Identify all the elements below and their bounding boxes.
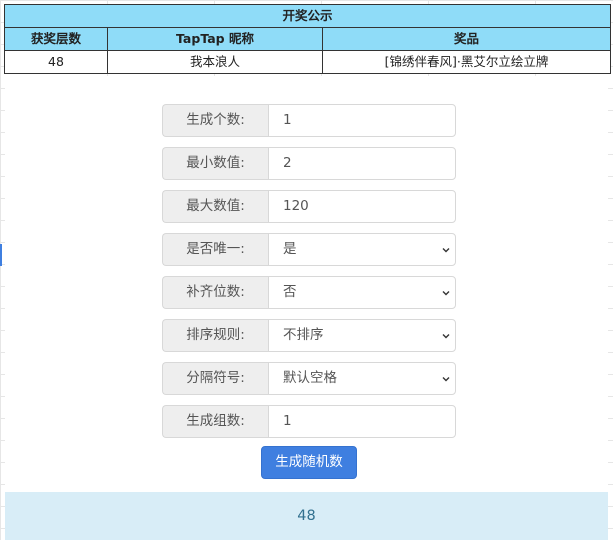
generate-button[interactable]: 生成随机数 xyxy=(261,446,357,479)
generator-panel: 生成个数: 1 最小数值: 2 最大数值: 120 是否唯一: 是 补齐位数: … xyxy=(5,76,608,540)
row-marker xyxy=(0,244,2,266)
announcement-title: 开奖公示 xyxy=(3,4,612,28)
field-count-label: 生成个数: xyxy=(162,104,268,137)
button-row: 生成随机数 xyxy=(162,446,456,479)
field-padding: 补齐位数: 否 xyxy=(162,276,456,309)
field-min: 最小数值: 2 xyxy=(162,147,456,180)
field-groups-label: 生成组数: xyxy=(162,405,268,438)
min-value-input[interactable]: 2 xyxy=(268,147,456,180)
padding-select[interactable]: 否 xyxy=(268,276,456,309)
chevron-down-icon xyxy=(441,234,451,265)
announcement-table: 开奖公示 获奖层数 TapTap 昵称 奖品 48 我本浪人 [锦绣伴春风]·黑… xyxy=(3,4,612,74)
generator-form: 生成个数: 1 最小数值: 2 最大数值: 120 是否唯一: 是 补齐位数: … xyxy=(162,104,456,479)
cell-nickname: 我本浪人 xyxy=(107,50,323,74)
field-count: 生成个数: 1 xyxy=(162,104,456,137)
sort-select-value: 不排序 xyxy=(283,327,324,343)
result-display: 48 xyxy=(5,492,608,540)
field-max-label: 最大数值: xyxy=(162,190,268,223)
chevron-down-icon xyxy=(441,277,451,308)
cell-prize: [锦绣伴春风]·黑艾尔立绘立牌 xyxy=(321,50,612,74)
field-max: 最大数值: 120 xyxy=(162,190,456,223)
chevron-down-icon xyxy=(441,320,451,351)
sort-select[interactable]: 不排序 xyxy=(268,319,456,352)
field-sort-label: 排序规则: xyxy=(162,319,268,352)
cell-floor: 48 xyxy=(4,50,108,74)
unique-select[interactable]: 是 xyxy=(268,233,456,266)
announcement-header-row: 获奖层数 TapTap 昵称 奖品 xyxy=(4,27,612,51)
field-groups: 生成组数: 1 xyxy=(162,405,456,438)
field-separator-label: 分隔符号: xyxy=(162,362,268,395)
table-row: 48 我本浪人 [锦绣伴春风]·黑艾尔立绘立牌 xyxy=(4,50,612,74)
field-unique: 是否唯一: 是 xyxy=(162,233,456,266)
header-nickname: TapTap 昵称 xyxy=(107,27,323,51)
field-padding-label: 补齐位数: xyxy=(162,276,268,309)
padding-select-value: 否 xyxy=(283,284,297,300)
header-floor: 获奖层数 xyxy=(4,27,108,51)
separator-select-value: 默认空格 xyxy=(283,370,337,386)
max-value-input[interactable]: 120 xyxy=(268,190,456,223)
field-unique-label: 是否唯一: xyxy=(162,233,268,266)
count-input[interactable]: 1 xyxy=(268,104,456,137)
field-separator: 分隔符号: 默认空格 xyxy=(162,362,456,395)
field-sort: 排序规则: 不排序 xyxy=(162,319,456,352)
groups-input[interactable]: 1 xyxy=(268,405,456,438)
header-prize: 奖品 xyxy=(321,27,612,51)
announcement-title-row: 开奖公示 xyxy=(3,4,612,28)
field-min-label: 最小数值: xyxy=(162,147,268,180)
unique-select-value: 是 xyxy=(283,241,297,257)
separator-select[interactable]: 默认空格 xyxy=(268,362,456,395)
chevron-down-icon xyxy=(441,363,451,394)
